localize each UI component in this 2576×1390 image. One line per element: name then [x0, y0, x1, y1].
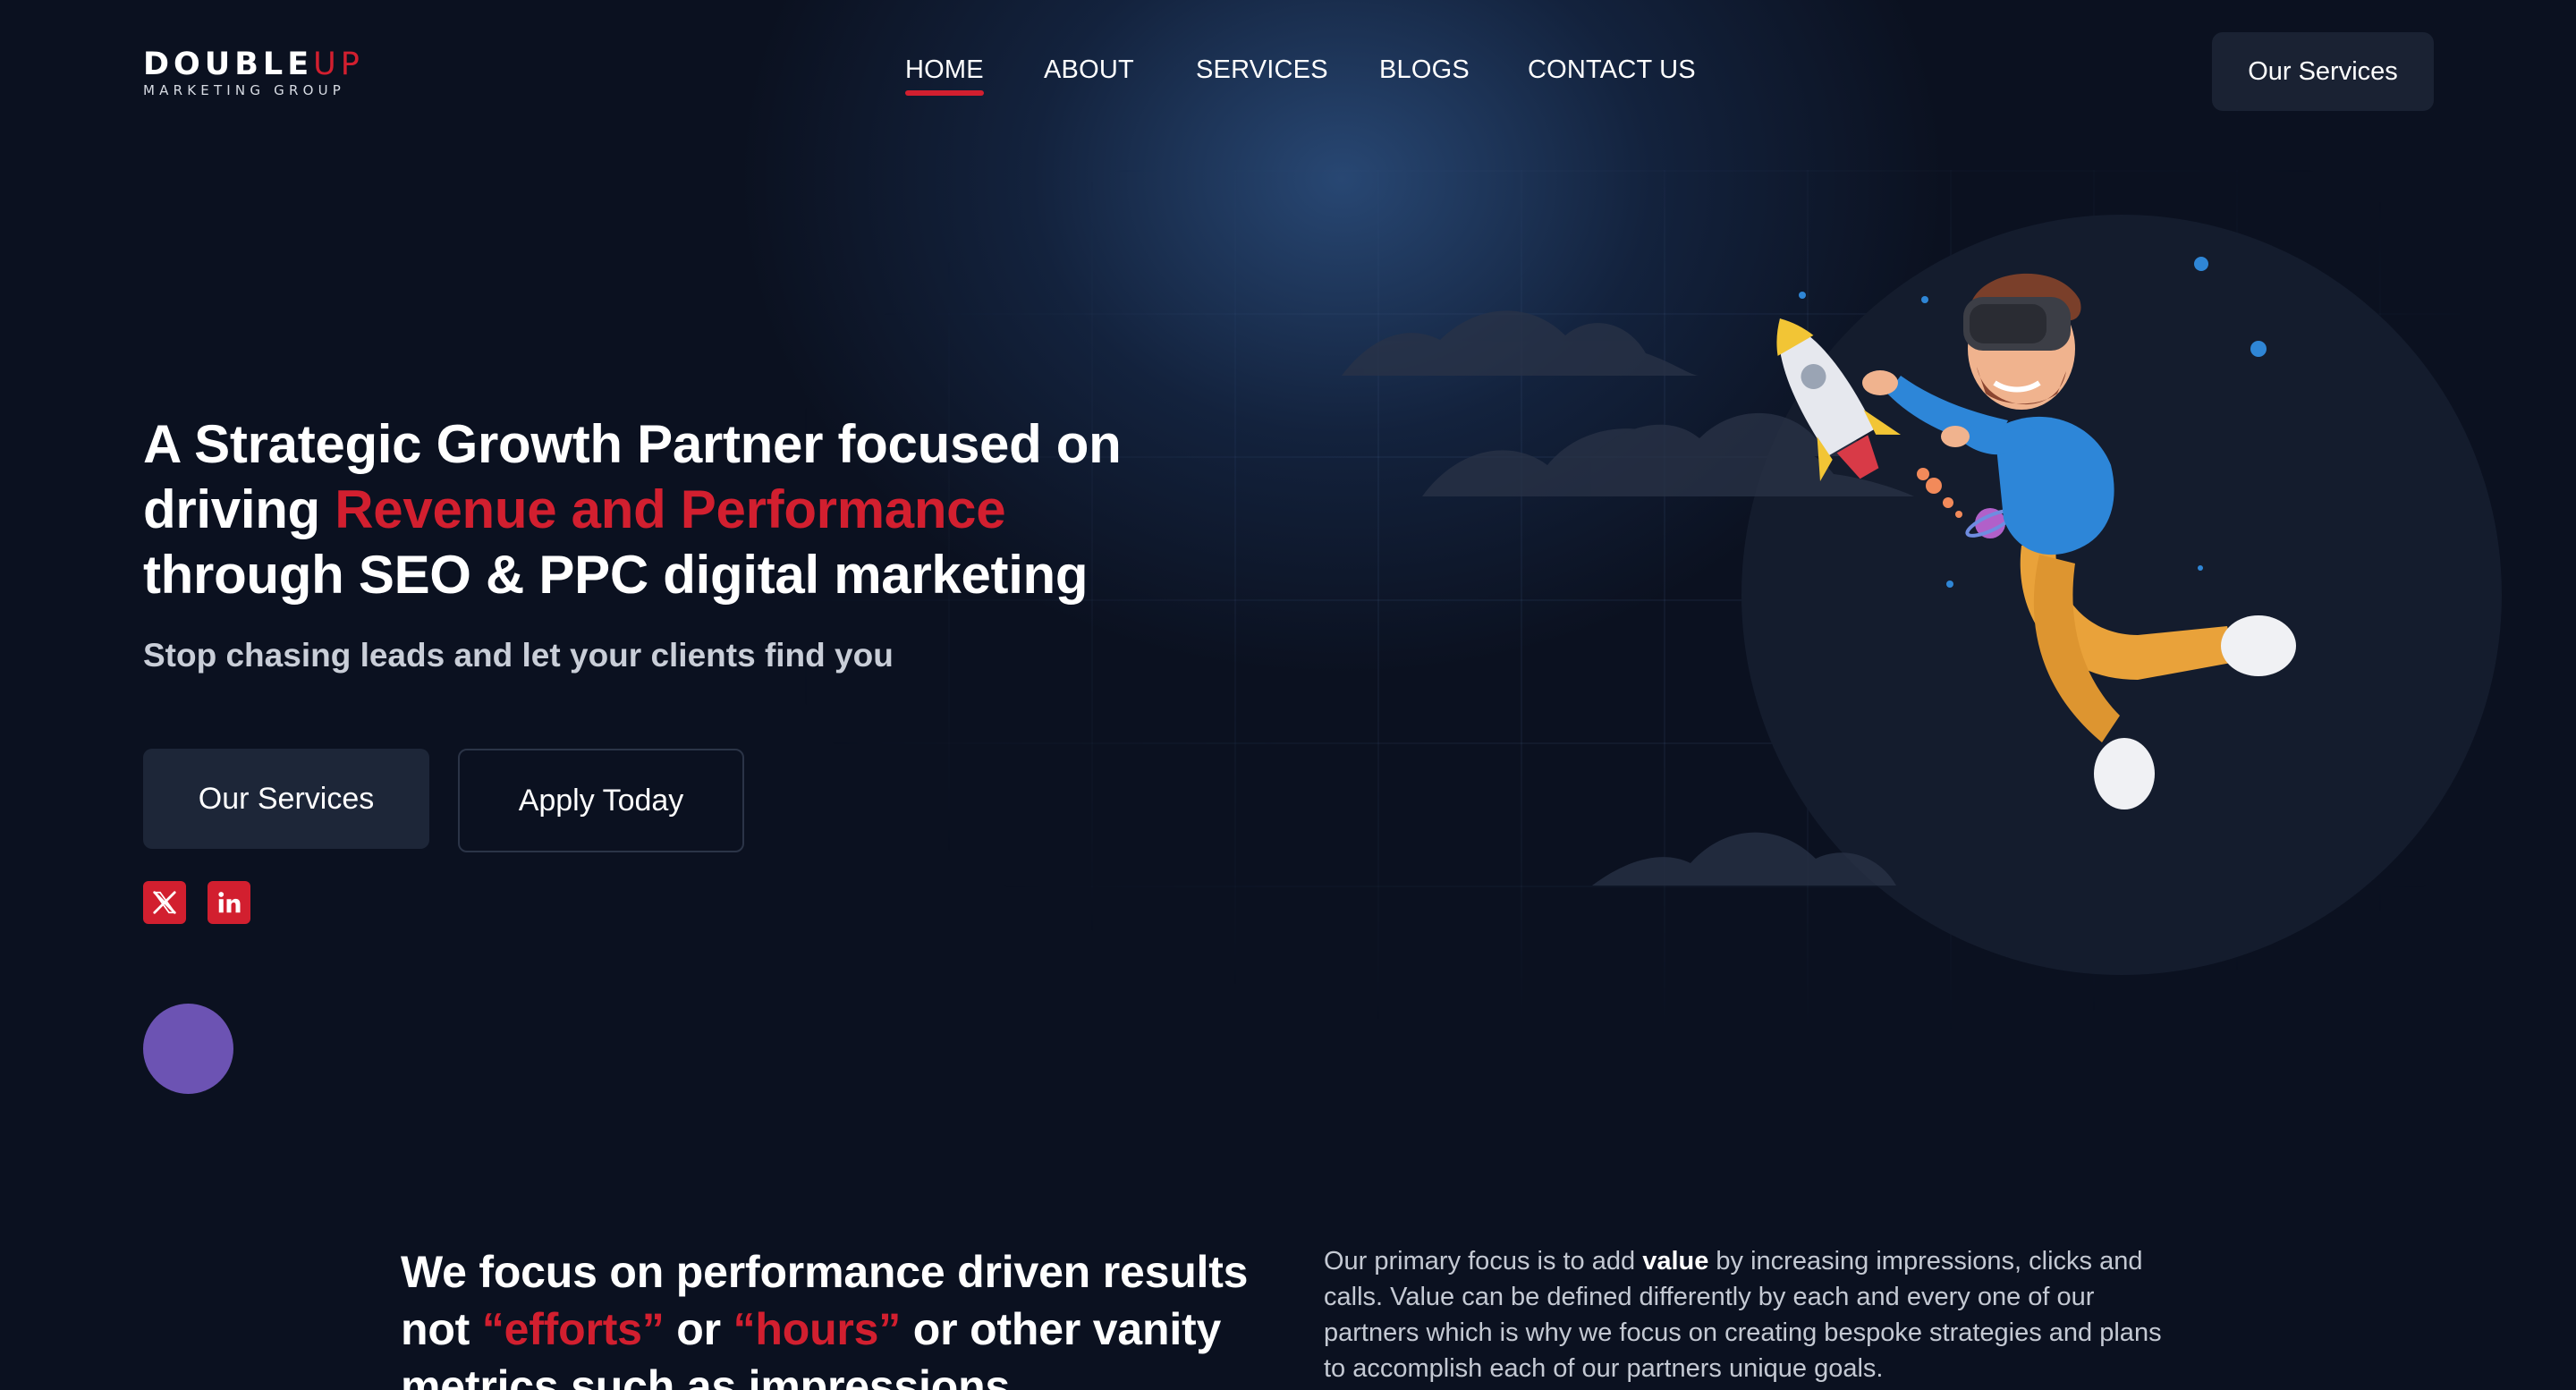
x-logo-glyph: [153, 891, 176, 914]
apply-today-button[interactable]: Apply Today: [458, 749, 744, 852]
our-services-button[interactable]: Our Services: [143, 749, 429, 849]
chat-bubble-button[interactable]: [143, 1004, 233, 1094]
header-our-services-button[interactable]: Our Services: [2212, 32, 2434, 111]
focus-description: Our primary focus is to add value by inc…: [1324, 1247, 2162, 1383]
nav-services[interactable]: SERVICES: [1196, 55, 1328, 85]
hero-title: A Strategic Growth Partner focused on dr…: [143, 414, 1122, 605]
logo[interactable]: DOUBLEUP MARKETING GROUP: [143, 48, 386, 98]
hero-title-highlight: Revenue and Performance: [335, 479, 1006, 539]
nav-contact-us[interactable]: CONTACT US: [1528, 55, 1696, 85]
logo-wordmark: DOUBLEUP: [143, 47, 364, 82]
vr-man-with-rocket-illustration: [1342, 215, 2502, 975]
logo-tagline: MARKETING GROUP: [143, 82, 346, 98]
linkedin-logo-glyph: [218, 892, 241, 913]
x-twitter-icon[interactable]: [143, 881, 186, 924]
focus-title: We focus on performance driven results n…: [401, 1247, 1249, 1390]
nav-blogs[interactable]: BLOGS: [1379, 55, 1470, 85]
hero-subtitle: Stop chasing leads and let your clients …: [143, 637, 894, 674]
nav-about[interactable]: ABOUT: [1044, 55, 1134, 85]
page: DOUBLEUP MARKETING GROUP HOME ABOUT SERV…: [0, 0, 2576, 1390]
linkedin-icon[interactable]: [208, 881, 250, 924]
nav-home[interactable]: HOME: [905, 55, 984, 96]
